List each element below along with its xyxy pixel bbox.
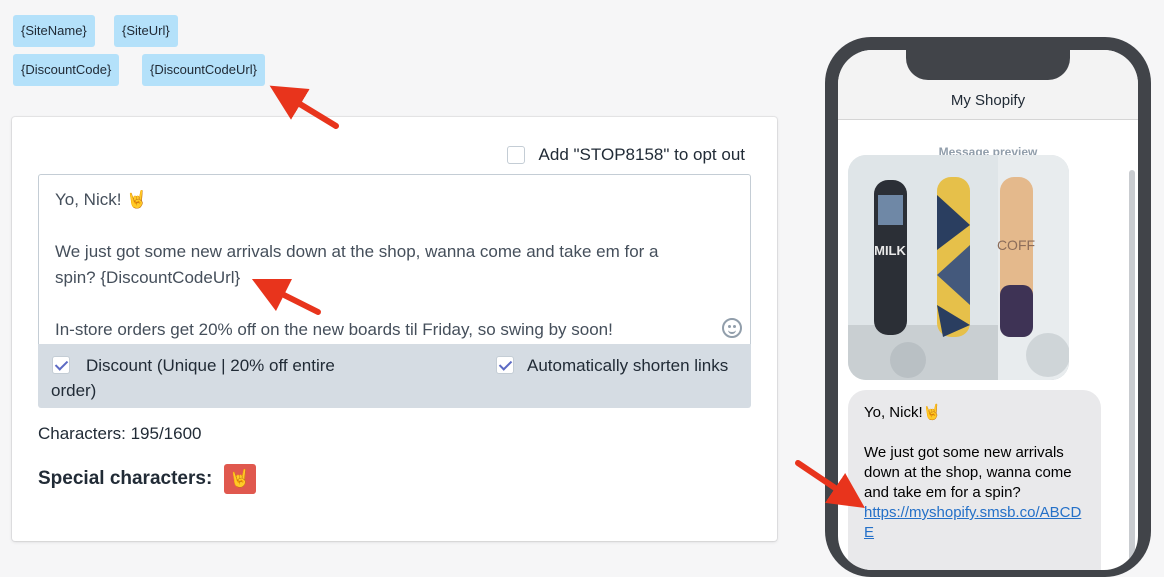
opt-out-checkbox[interactable] (506, 146, 525, 164)
phone-screen: My Shopify Message preview MILK COFF Yo,… (838, 50, 1138, 570)
message-options-bar: Discount (Unique | 20% off entire order)… (38, 344, 751, 408)
preview-line-greeting: Yo, Nick!🤘 (864, 404, 942, 421)
opt-out-option[interactable]: Add "STOP8158" to opt out (506, 145, 745, 165)
svg-text:MILK: MILK (874, 243, 906, 258)
phone-header: My Shopify (838, 50, 1138, 120)
phone-preview: My Shopify Message preview MILK COFF Yo,… (825, 37, 1151, 577)
opt-out-label: Add "STOP8158" to opt out (538, 145, 745, 164)
special-character-chip[interactable]: 🤘 (224, 464, 256, 494)
message-line-body: We just got some new arrivals down at th… (55, 242, 659, 287)
mms-image: MILK COFF (848, 155, 1069, 380)
shorten-links-label: Automatically shorten links (527, 356, 729, 375)
shop-name: My Shopify (950, 92, 1026, 109)
variable-tag-sitename[interactable]: {SiteName} (13, 15, 95, 47)
smiley-icon[interactable] (722, 318, 742, 338)
preview-line-body: We just got some new arrivals down at th… (864, 444, 1072, 501)
character-count: Characters: 195/1600 (38, 424, 202, 443)
special-characters-label: Special characters: (38, 468, 213, 489)
message-textarea[interactable]: Yo, Nick! 🤘 We just got some new arrival… (38, 174, 751, 344)
discount-label: Discount (Unique | 20% off entire order) (51, 356, 335, 400)
shorten-links-checkbox[interactable] (496, 356, 514, 374)
variable-tag-discountcode[interactable]: {DiscountCode} (13, 54, 120, 86)
variable-tag-discountcodeurl[interactable]: {DiscountCodeUrl} (142, 54, 265, 86)
message-line-greeting: Yo, Nick! 🤘 (55, 190, 148, 209)
preview-scrollbar[interactable] (1129, 170, 1135, 570)
preview-discount-link[interactable]: https://myshopify.smsb.co/ABCDE (864, 504, 1081, 541)
message-line-offer: In-store orders get 20% off on the new b… (55, 320, 613, 339)
svg-text:COFF: COFF (997, 237, 1035, 253)
variable-tag-siteurl[interactable]: {SiteUrl} (114, 15, 178, 47)
phone-notch (906, 50, 1070, 80)
message-composer-card: Add "STOP8158" to opt out Yo, Nick! 🤘 We… (12, 117, 777, 541)
message-bubble: Yo, Nick!🤘 We just got some new arrivals… (848, 390, 1101, 570)
